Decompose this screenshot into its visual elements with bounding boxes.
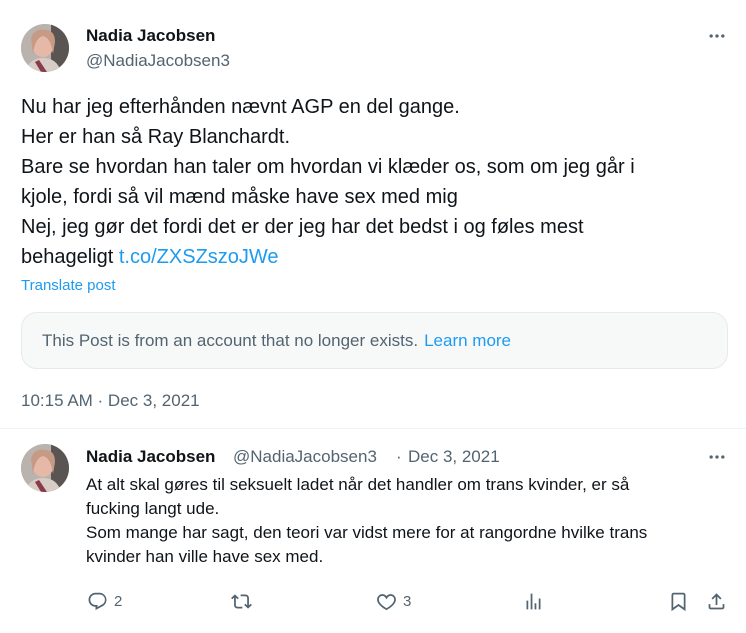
post-text-line: Bare se hvordan han taler om hvordan vi … bbox=[21, 156, 635, 178]
main-post-avatar[interactable] bbox=[21, 24, 69, 72]
translate-post-link[interactable]: Translate post bbox=[21, 277, 116, 294]
post-text-last-line: behageligt t.co/ZXSZszoJWe bbox=[21, 242, 721, 272]
comment-bubble-icon bbox=[88, 592, 107, 610]
main-post-author-handle[interactable]: @NadiaJacobsen3 bbox=[86, 51, 230, 71]
retweet-icon bbox=[231, 593, 252, 609]
notice-text: This Post is from an account that no lon… bbox=[42, 330, 419, 350]
like-count: 3 bbox=[403, 592, 412, 610]
like-button[interactable]: 3 bbox=[376, 589, 411, 613]
reply-count: 2 bbox=[114, 592, 123, 610]
share-button[interactable] bbox=[706, 589, 727, 613]
main-post-more-button[interactable] bbox=[703, 26, 731, 46]
share-upload-icon bbox=[708, 592, 725, 609]
reply-avatar[interactable] bbox=[21, 444, 69, 492]
reply-text-line: kvinder han ville have sex med. bbox=[86, 547, 324, 566]
more-horizontal-icon bbox=[709, 34, 725, 38]
more-horizontal-icon bbox=[709, 455, 725, 459]
deleted-account-notice: This Post is from an account that no lon… bbox=[21, 312, 728, 369]
divider bbox=[0, 428, 746, 429]
reply-author-name[interactable]: Nadia Jacobsen bbox=[86, 447, 215, 467]
main-post-author-name[interactable]: Nadia Jacobsen bbox=[86, 26, 215, 46]
bar-chart-icon bbox=[526, 593, 541, 609]
reply-separator: · bbox=[396, 447, 402, 466]
reply-more-button[interactable] bbox=[703, 447, 731, 467]
heart-icon bbox=[377, 593, 396, 610]
avatar-image bbox=[21, 24, 69, 72]
post-timestamp[interactable]: 10:15 AM · Dec 3, 2021 bbox=[21, 391, 200, 411]
main-post-text: Nu har jeg efterhånden nævnt AGP en del … bbox=[21, 92, 721, 272]
reply-button[interactable]: 2 bbox=[87, 589, 122, 613]
reply-date[interactable]: Dec 3, 2021 bbox=[408, 447, 500, 467]
retweet-button[interactable] bbox=[231, 589, 258, 613]
bookmark-icon bbox=[671, 592, 686, 611]
post-text-line: Her er han så Ray Blanchardt. bbox=[21, 126, 291, 148]
post-media-link[interactable]: t.co/ZXSZszoJWe bbox=[119, 246, 279, 268]
avatar-image bbox=[21, 444, 69, 492]
reply-text-line: Som mange har sagt, den teori var vidst … bbox=[86, 523, 648, 542]
reply-text: At alt skal gøres til seksuelt ladet når… bbox=[86, 473, 726, 569]
reply-author-handle[interactable]: @NadiaJacobsen3 bbox=[233, 447, 377, 467]
bookmark-button[interactable] bbox=[668, 589, 689, 613]
learn-more-link[interactable]: Learn more bbox=[424, 331, 511, 351]
post-text-line: Nu har jeg efterhånden nævnt AGP en del … bbox=[21, 96, 460, 118]
post-text-line: kjole, fordi så vil mænd måske have sex … bbox=[21, 186, 458, 208]
reply-text-line: At alt skal gøres til seksuelt ladet når… bbox=[86, 475, 630, 494]
post-text-line: Nej, jeg gør det fordi det er der jeg ha… bbox=[21, 216, 584, 238]
reply-text-line: fucking langt ude. bbox=[86, 499, 220, 518]
post-text-line: behageligt bbox=[21, 246, 114, 268]
views-button[interactable] bbox=[523, 589, 544, 613]
